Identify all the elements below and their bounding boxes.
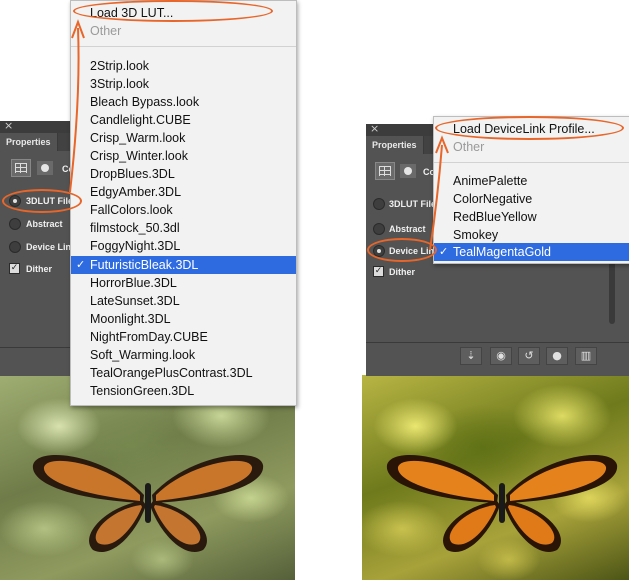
arrow-left bbox=[69, 27, 80, 193]
arrow-right bbox=[429, 144, 443, 251]
annotation-arrows bbox=[69, 19, 449, 251]
